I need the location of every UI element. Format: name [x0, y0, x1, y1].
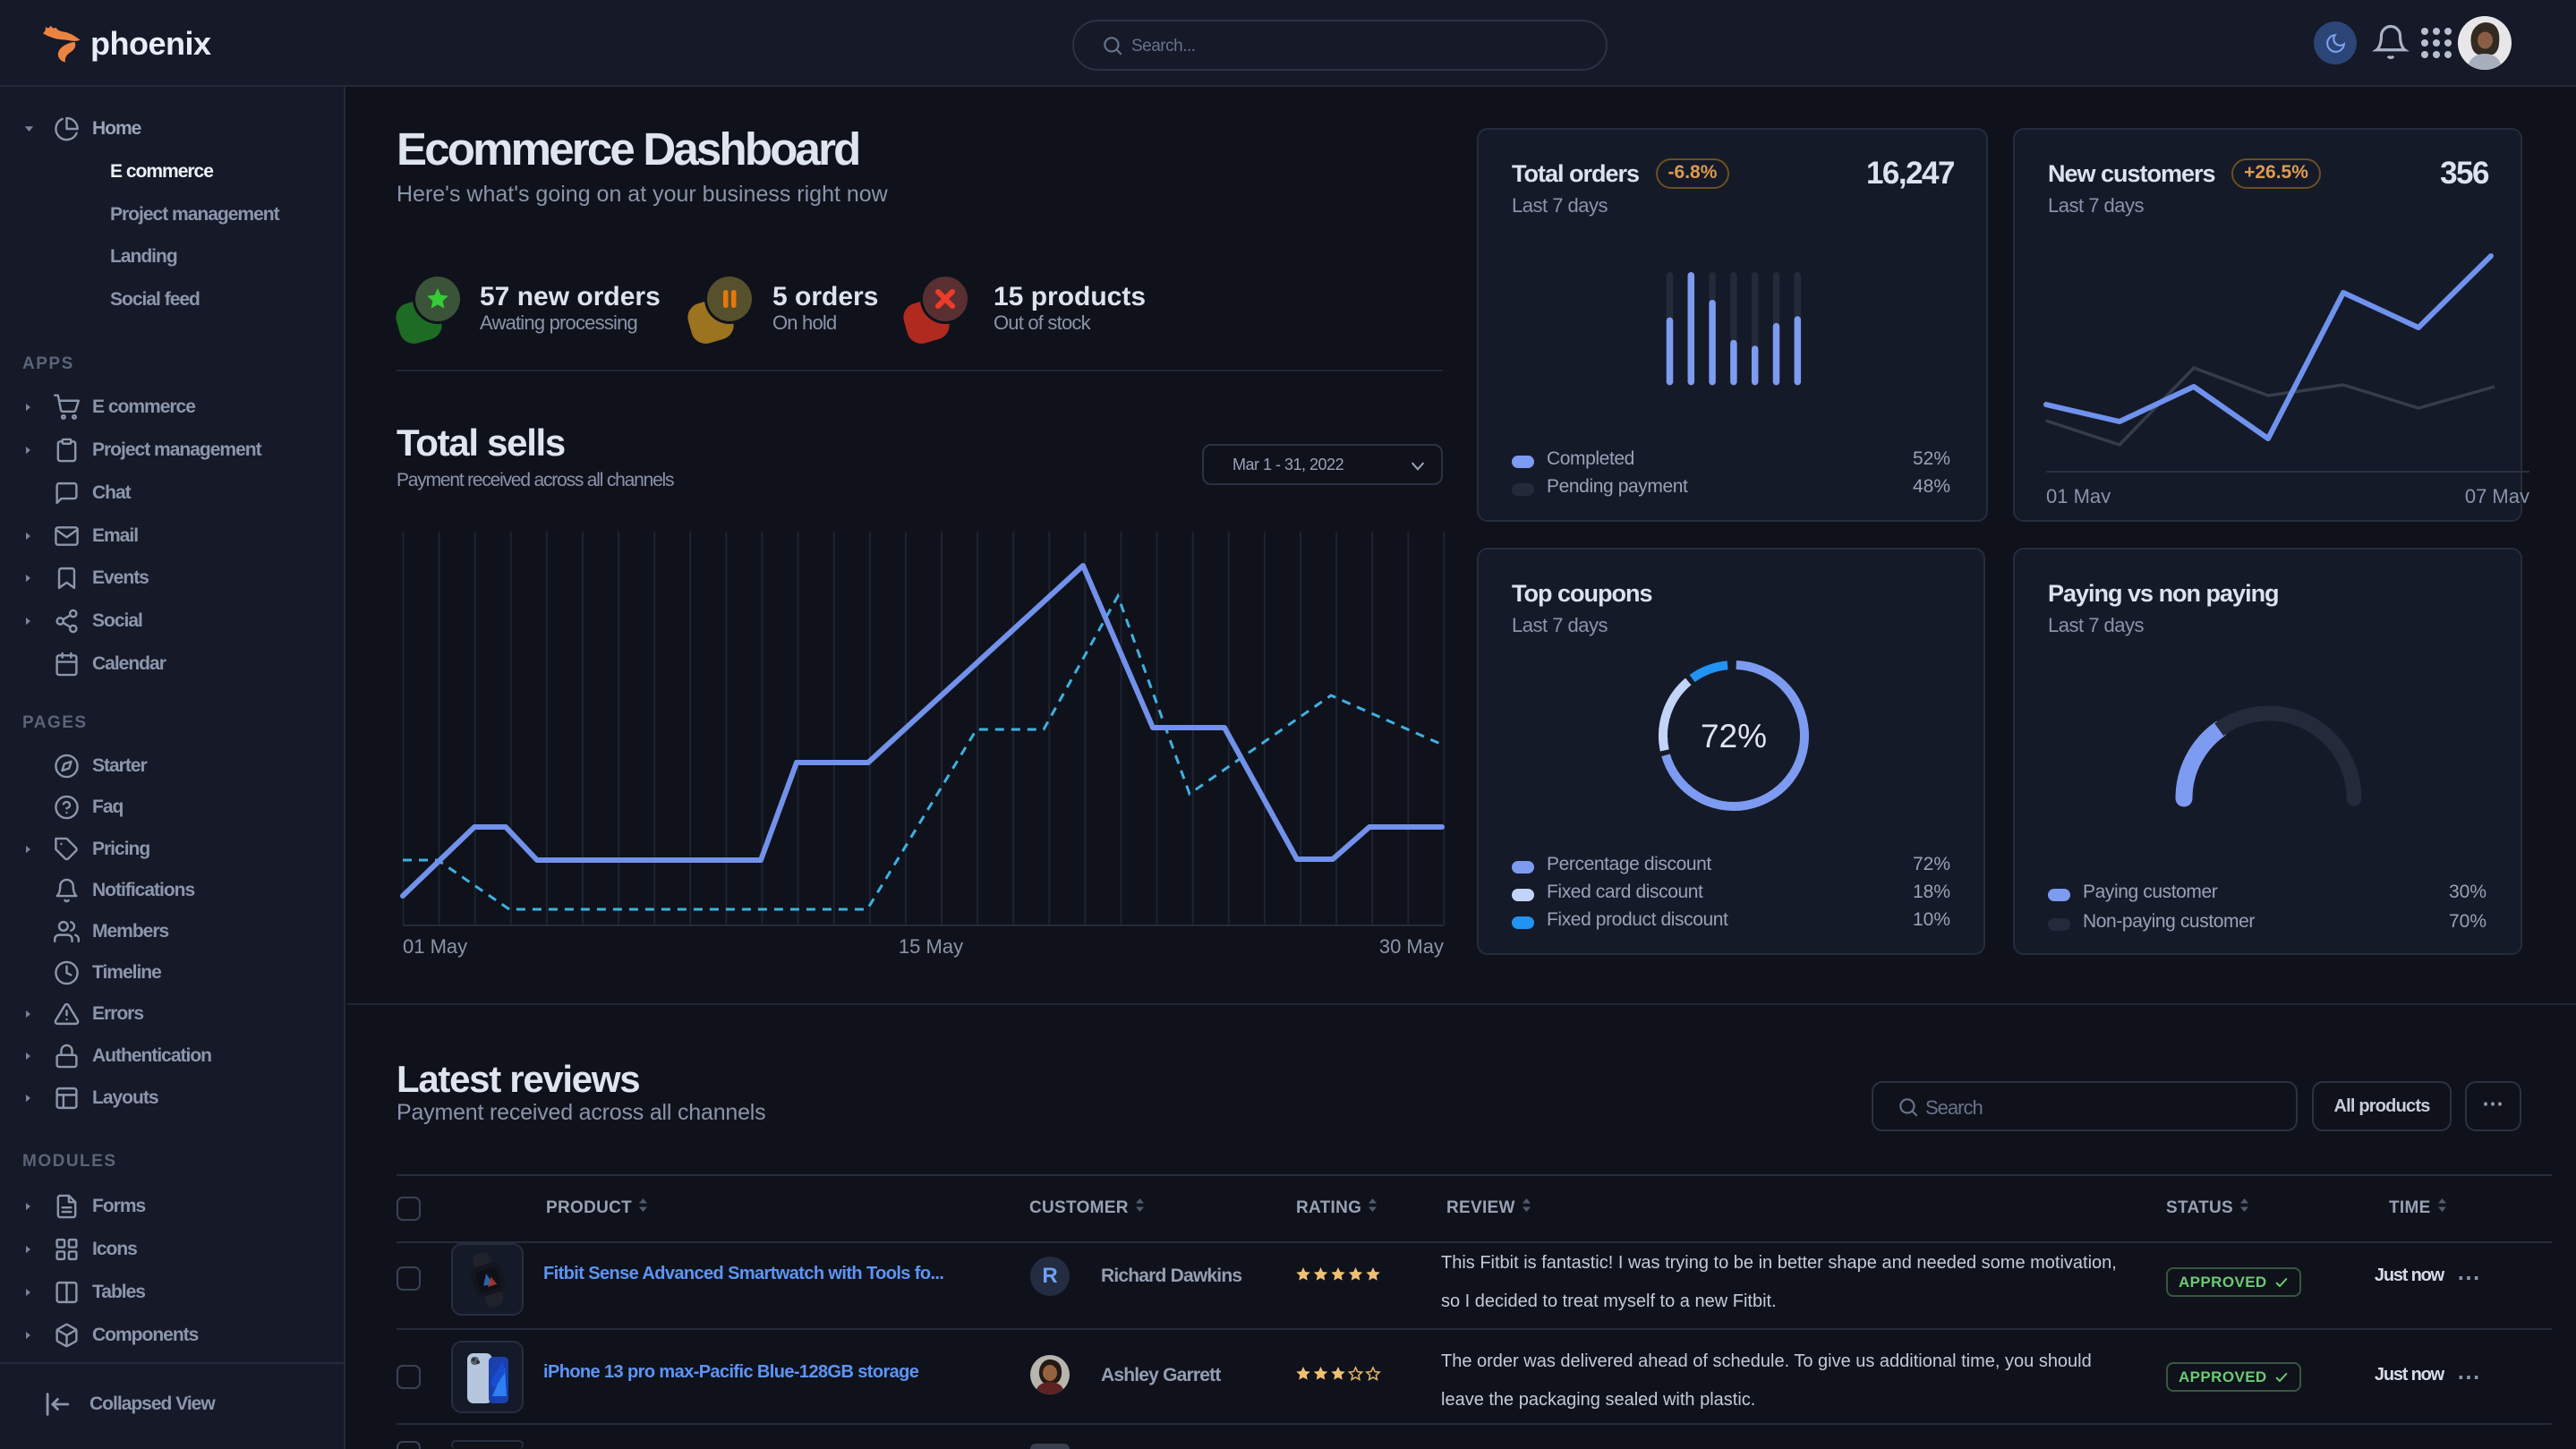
svg-text:01 May: 01 May — [403, 935, 467, 958]
svg-text:01 May: 01 May — [2046, 485, 2111, 503]
svg-text:07 May: 07 May — [2465, 485, 2529, 503]
svg-text:30 May: 30 May — [1379, 935, 1444, 958]
svg-text:15 May: 15 May — [899, 935, 963, 958]
svg-text:72%: 72% — [1701, 718, 1767, 754]
